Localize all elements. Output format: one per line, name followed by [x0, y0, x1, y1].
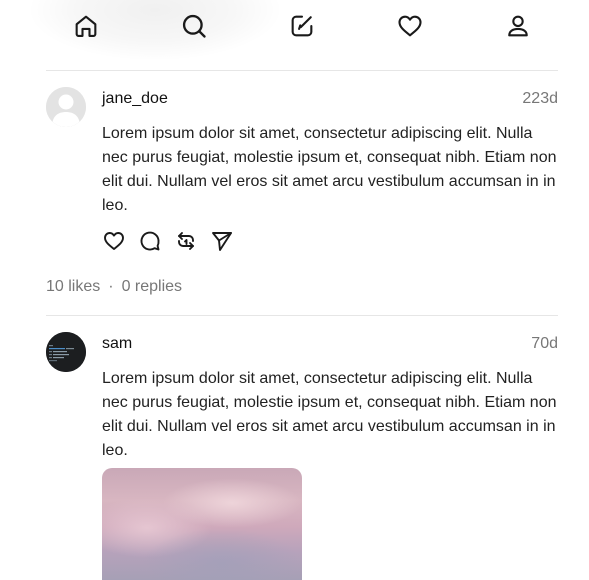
post-timestamp: 223d	[522, 90, 558, 107]
send-icon	[212, 232, 232, 251]
default-avatar-icon	[46, 87, 86, 127]
heart-icon	[104, 232, 124, 250]
post-username[interactable]: sam	[102, 335, 132, 353]
reply-button[interactable]	[138, 229, 162, 253]
profile-icon	[508, 15, 528, 37]
nav-search-button[interactable]	[176, 8, 212, 44]
post-card: sam 70d Lorem ipsum dolor sit amet, cons…	[46, 332, 558, 580]
post-timestamp: 70d	[531, 335, 558, 352]
post-card: jane_doe 223d Lorem ipsum dolor sit amet…	[46, 87, 558, 302]
terminal-avatar-image	[46, 332, 86, 372]
divider	[46, 70, 558, 71]
feed-page: jane_doe 223d Lorem ipsum dolor sit amet…	[0, 0, 589, 580]
post-text: Lorem ipsum dolor sit amet, consectetur …	[102, 125, 557, 214]
nav-home-button[interactable]	[68, 8, 104, 44]
likes-count[interactable]: 10 likes	[46, 278, 100, 296]
repost-icon	[178, 232, 194, 250]
post-image[interactable]	[102, 468, 302, 580]
heart-icon	[398, 15, 422, 37]
nav-compose-button[interactable]	[284, 8, 320, 44]
avatar[interactable]	[46, 332, 86, 372]
repost-button[interactable]	[174, 229, 198, 253]
divider	[46, 315, 558, 316]
avatar[interactable]	[46, 87, 86, 127]
post-stats: 10 likes · 0 replies	[46, 278, 182, 296]
compose-icon	[291, 15, 313, 37]
post-text: Lorem ipsum dolor sit amet, consectetur …	[102, 370, 557, 459]
post-username[interactable]: jane_doe	[102, 90, 168, 108]
home-icon	[75, 15, 97, 37]
share-button[interactable]	[210, 229, 234, 253]
replies-count[interactable]: 0 replies	[122, 278, 182, 296]
nav-profile-button[interactable]	[500, 8, 536, 44]
search-icon	[182, 14, 206, 38]
post-actions	[102, 229, 234, 253]
nav-activity-button[interactable]	[392, 8, 428, 44]
comment-icon	[140, 231, 160, 251]
top-navigation	[0, 0, 589, 70]
stats-separator: ·	[108, 278, 114, 295]
like-button[interactable]	[102, 229, 126, 253]
